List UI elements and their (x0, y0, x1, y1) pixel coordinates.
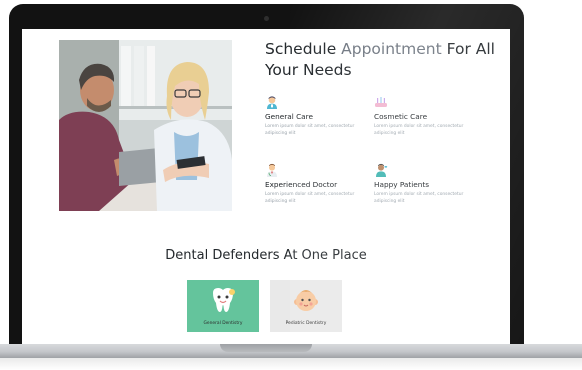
laptop-screen: Schedule Appointment For All Your Needs … (22, 29, 510, 345)
feature-description: Lorem ipsum dolor sit amet, consectetur … (374, 124, 464, 136)
dental-tools-icon (375, 97, 387, 107)
feature-title: Happy Patients (374, 180, 430, 189)
webcam-icon (264, 16, 269, 21)
schedule-heading-main: Schedule (265, 40, 342, 58)
feature-happy-patients: Happy Patients Lorem ipsum dolor sit ame… (374, 163, 482, 205)
laptop-hinge-notch (220, 344, 312, 352)
schedule-heading: Schedule Appointment For All Your Needs (265, 39, 495, 81)
tooth-icon (213, 288, 235, 312)
feature-description: Lorem ipsum dolor sit amet, consectetur … (374, 192, 464, 204)
service-card-label: Pediatric Dentistry (285, 321, 327, 326)
service-card-pediatric-dentistry[interactable]: Pediatric Dentistry (270, 280, 342, 332)
service-card-general-dentistry[interactable]: General Dentistry (187, 280, 259, 332)
feature-title: Experienced Doctor (265, 180, 338, 189)
hero-photo (59, 40, 232, 211)
feature-description: Lorem ipsum dolor sit amet, consectetur … (265, 124, 355, 136)
nurse-icon (267, 96, 277, 109)
feature-title: Cosmetic Care (374, 112, 428, 121)
feature-cosmetic-care: Cosmetic Care Lorem ipsum dolor sit amet… (374, 95, 482, 137)
schedule-heading-accent: Appointment (341, 40, 442, 58)
feature-title: General Care (265, 112, 313, 121)
feature-description: Lorem ipsum dolor sit amet, consectetur … (265, 192, 355, 204)
baby-face-icon (294, 290, 318, 311)
services-section-title: Dental Defenders At One Place (165, 248, 367, 263)
feature-experienced-doctor: Experienced Doctor Lorem ipsum dolor sit… (265, 163, 373, 205)
feature-general-care: General Care Lorem ipsum dolor sit amet,… (265, 95, 373, 137)
service-card-label: General Dentistry (203, 321, 243, 326)
doctor-icon (267, 163, 277, 177)
happy-patient-icon (376, 163, 388, 177)
doctor-patient-photo (59, 40, 232, 211)
laptop-shadow (0, 358, 582, 370)
